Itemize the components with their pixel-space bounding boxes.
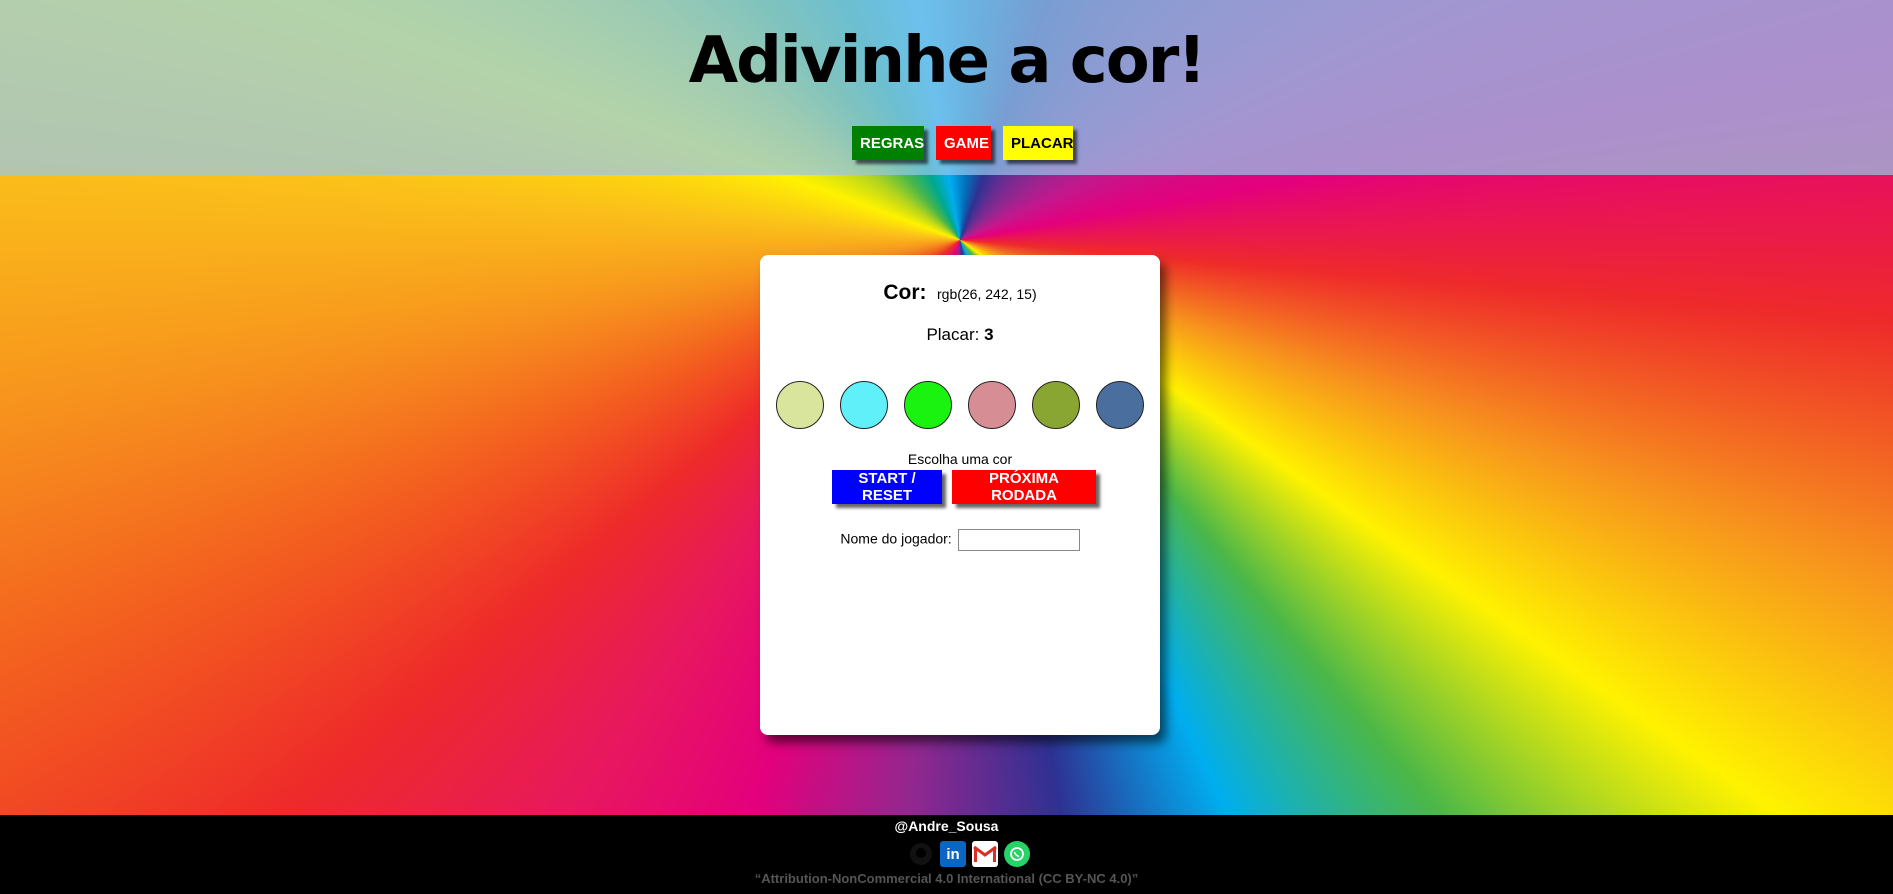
player-name-input[interactable] [957,529,1080,551]
linkedin-icon[interactable]: in [940,841,966,867]
score-value: 3 [984,325,994,344]
next-round-button[interactable]: PRÓXIMA RODADA [952,470,1096,504]
header: Adivinhe a cor! REGRAS GAME PLACAR [0,0,1893,175]
footer: @Andre_Sousa in “Attribution-NonCommerci… [0,815,1893,894]
color-option-4[interactable] [968,381,1016,429]
nav-regras-button[interactable]: REGRAS [852,126,924,160]
gmail-icon[interactable] [972,841,998,867]
color-option-3[interactable] [904,381,952,429]
color-option-6[interactable] [1096,381,1144,429]
score-row: Placar: 3 [760,325,1160,345]
author-handle: @Andre_Sousa [894,818,999,834]
start-reset-button[interactable]: START / RESET [832,470,942,504]
player-name-label: Nome do jogador: [840,530,952,547]
color-rgb-value: rgb(26, 242, 15) [937,286,1037,302]
nav-game-button[interactable]: GAME [936,126,991,160]
game-card: Cor: rgb(26, 242, 15) Placar: 3 Escolha … [760,255,1160,735]
status-message: Escolha uma cor [907,451,1013,467]
color-options [776,381,1144,429]
nav-bar: REGRAS GAME PLACAR [852,126,1074,160]
color-option-5[interactable] [1032,381,1080,429]
color-label: Cor: [883,281,927,304]
github-icon[interactable] [908,841,934,867]
page-title: Adivinhe a cor! [688,24,1207,98]
color-option-1[interactable] [776,381,824,429]
color-option-2[interactable] [840,381,888,429]
player-name-row: Nome do jogador: [760,529,1160,551]
license-text: “Attribution-NonCommercial 4.0 Internati… [754,871,1139,886]
social-links: in [908,841,1030,867]
nav-placar-button[interactable]: PLACAR [1003,126,1074,160]
target-color-row: Cor: rgb(26, 242, 15) [760,281,1160,305]
action-buttons: START / RESET PRÓXIMA RODADA [832,470,1096,504]
whatsapp-icon[interactable] [1004,841,1030,867]
score-label: Placar: [926,325,980,344]
